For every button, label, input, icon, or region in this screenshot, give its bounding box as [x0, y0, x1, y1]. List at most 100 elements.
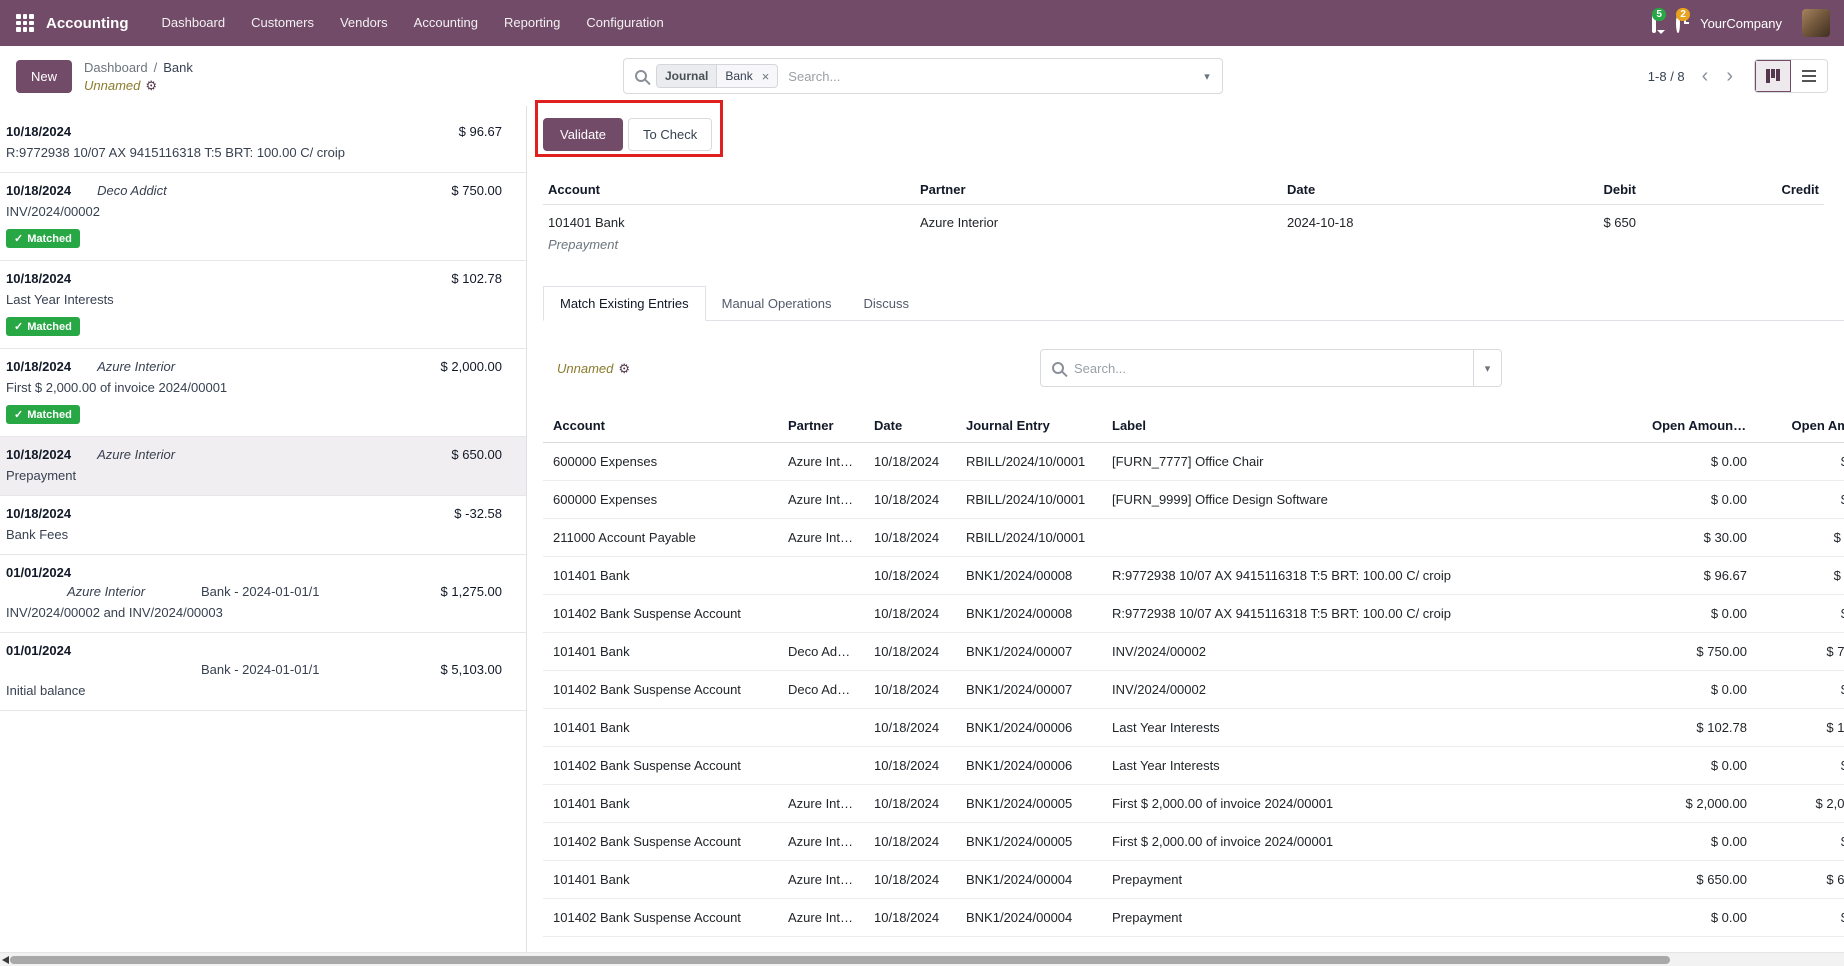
statement-line-8[interactable]: 01/01/2024Bank - 2024-01-01/1$ 5,103.00I… — [0, 633, 526, 711]
gear-icon[interactable]: ⚙ — [145, 79, 157, 92]
menu-accounting[interactable]: Accounting — [401, 0, 491, 46]
details-credit — [1641, 205, 1824, 257]
entry-row-1[interactable]: 600000 ExpensesAzure Interior10/18/2024R… — [543, 443, 1844, 481]
pager-next-icon[interactable]: › — [1717, 66, 1742, 86]
entry-partner: Azure Interior — [778, 899, 864, 937]
details-header-debit: Debit — [1519, 175, 1641, 205]
entry-date: 10/18/2024 — [864, 481, 956, 519]
entry-open-amount: $ 0.00 — [1757, 899, 1844, 937]
details-partner: Azure Interior — [915, 205, 1282, 257]
list-icon — [1801, 68, 1817, 84]
entry-row-10[interactable]: 101401 BankAzure Interior10/18/2024BNK1/… — [543, 785, 1844, 823]
entry-journal-entry: BNK1/2024/00004 — [956, 899, 1102, 937]
facet-remove-icon[interactable]: × — [759, 65, 778, 87]
entry-date: 10/18/2024 — [864, 899, 956, 937]
statement-line-6[interactable]: 10/18/2024$ -32.58Bank Fees — [0, 496, 526, 555]
entry-row-5[interactable]: 101402 Bank Suspense Account10/18/2024BN… — [543, 595, 1844, 633]
entry-label: INV/2024/00002 — [1102, 633, 1642, 671]
entries-header-open-amount-in-currency: Open Amount In Currency — [1642, 409, 1757, 443]
entry-open-amount: $ 96.67 — [1757, 557, 1844, 595]
entry-row-2[interactable]: 600000 ExpensesAzure Interior10/18/2024R… — [543, 481, 1844, 519]
entry-open-amount-currency: $ 0.00 — [1642, 747, 1757, 785]
entry-account: 600000 Expenses — [543, 443, 778, 481]
menu-customers[interactable]: Customers — [238, 0, 327, 46]
tab-discuss[interactable]: Discuss — [847, 287, 925, 320]
line-partner: Azure Interior — [67, 584, 201, 599]
entries-header-date: Date — [864, 409, 956, 443]
to-check-button[interactable]: To Check — [628, 118, 712, 151]
statement-line-1[interactable]: 10/18/2024$ 96.67R:9772938 10/07 AX 9415… — [0, 114, 526, 173]
search-dropdown-icon[interactable]: ▾ — [1192, 59, 1222, 93]
entry-label: INV/2024/00002 — [1102, 671, 1642, 709]
statement-line-3[interactable]: 10/18/2024$ 102.78Last Year Interests✓Ma… — [0, 261, 526, 349]
entry-partner — [778, 557, 864, 595]
entry-row-4[interactable]: 101401 Bank10/18/2024BNK1/2024/00008R:97… — [543, 557, 1844, 595]
entry-account: 211000 Account Payable — [543, 519, 778, 557]
user-avatar[interactable] — [1802, 9, 1830, 37]
entry-row-13[interactable]: 101402 Bank Suspense AccountAzure Interi… — [543, 899, 1844, 937]
pager-value[interactable]: 1-8 / 8 — [1648, 69, 1685, 84]
entry-label: [FURN_9999] Office Design Software — [1102, 481, 1642, 519]
scrollbar-left-arrow-icon[interactable] — [2, 956, 9, 964]
messages-badge: 5 — [1652, 8, 1666, 21]
statement-line-4[interactable]: 10/18/2024Azure Interior$ 2,000.00First … — [0, 349, 526, 437]
pager-previous-icon[interactable]: ‹ — [1693, 66, 1718, 86]
search-input[interactable] — [778, 69, 1192, 84]
entry-partner — [778, 709, 864, 747]
scrollbar-thumb[interactable] — [10, 956, 1670, 964]
menu-reporting[interactable]: Reporting — [491, 0, 573, 46]
pager-and-views: 1-8 / 8 ‹ › — [1648, 59, 1828, 93]
apps-grid-icon[interactable] — [16, 14, 34, 32]
entry-row-8[interactable]: 101401 Bank10/18/2024BNK1/2024/00006Last… — [543, 709, 1844, 747]
entry-row-7[interactable]: 101402 Bank Suspense AccountDeco Addict1… — [543, 671, 1844, 709]
messages-icon[interactable]: 5 — [1652, 16, 1656, 31]
entry-row-12[interactable]: 101401 BankAzure Interior10/18/2024BNK1/… — [543, 861, 1844, 899]
line-label: INV/2024/00002 — [6, 204, 502, 219]
entry-journal-entry: RBILL/2024/10/0001 — [956, 443, 1102, 481]
validate-button[interactable]: Validate — [543, 118, 623, 151]
new-button[interactable]: New — [16, 60, 72, 93]
kanban-view-button[interactable] — [1755, 60, 1791, 92]
entry-open-amount-currency: $ 0.00 — [1642, 823, 1757, 861]
breadcrumb-dashboard[interactable]: Dashboard — [84, 60, 148, 75]
entry-partner: Azure Interior — [778, 861, 864, 899]
entries-header-partner: Partner — [778, 409, 864, 443]
entry-account: 101401 Bank — [543, 633, 778, 671]
details-account-note: Prepayment — [548, 237, 910, 252]
list-view-button[interactable] — [1791, 60, 1827, 92]
details-header-row: Account Partner Date Debit Credit — [543, 175, 1824, 205]
gear-icon[interactable]: ⚙ — [618, 362, 630, 375]
menu-dashboard[interactable]: Dashboard — [149, 0, 239, 46]
activities-icon[interactable]: 2 — [1676, 16, 1680, 31]
entry-row-11[interactable]: 101402 Bank Suspense AccountAzure Interi… — [543, 823, 1844, 861]
entries-search-input[interactable] — [1064, 361, 1473, 376]
entries-search-dropdown-icon[interactable]: ▾ — [1473, 350, 1501, 386]
entry-row-6[interactable]: 101401 BankDeco Addict10/18/2024BNK1/202… — [543, 633, 1844, 671]
entry-journal-entry: BNK1/2024/00005 — [956, 785, 1102, 823]
line-label: First $ 2,000.00 of invoice 2024/00001 — [6, 380, 502, 395]
menu-configuration[interactable]: Configuration — [573, 0, 676, 46]
company-name[interactable]: YourCompany — [1700, 16, 1782, 31]
entries-table-wrapper: AccountPartnerDateJournal EntryLabelOpen… — [543, 409, 1844, 937]
menu-vendors[interactable]: Vendors — [327, 0, 401, 46]
entry-open-amount-currency: $ 30.00 — [1642, 519, 1757, 557]
check-icon: ✓ — [14, 320, 23, 333]
entry-label: R:9772938 10/07 AX 9415116318 T:5 BRT: 1… — [1102, 557, 1642, 595]
entry-row-9[interactable]: 101402 Bank Suspense Account10/18/2024BN… — [543, 747, 1844, 785]
statement-line-7[interactable]: 01/01/2024Azure InteriorBank - 2024-01-0… — [0, 555, 526, 633]
tab-match-existing-entries[interactable]: Match Existing Entries — [543, 286, 706, 321]
search-icon — [635, 70, 647, 82]
entry-partner: Azure Interior — [778, 823, 864, 861]
line-date: 10/18/2024 — [6, 124, 71, 139]
entry-account: 101402 Bank Suspense Account — [543, 899, 778, 937]
statement-line-5[interactable]: 10/18/2024Azure Interior$ 650.00Prepayme… — [0, 437, 526, 496]
entry-account: 101402 Bank Suspense Account — [543, 823, 778, 861]
line-amount: $ 5,103.00 — [441, 662, 502, 677]
entry-journal-entry: BNK1/2024/00006 — [956, 709, 1102, 747]
entry-row-3[interactable]: 211000 Account PayableAzure Interior10/1… — [543, 519, 1844, 557]
line-partner: Azure Interior — [97, 359, 175, 374]
statement-line-2[interactable]: 10/18/2024Deco Addict$ 750.00INV/2024/00… — [0, 173, 526, 261]
entries-header-label: Label — [1102, 409, 1642, 443]
details-account: 101401 Bank — [548, 215, 910, 230]
tab-manual-operations[interactable]: Manual Operations — [706, 287, 848, 320]
